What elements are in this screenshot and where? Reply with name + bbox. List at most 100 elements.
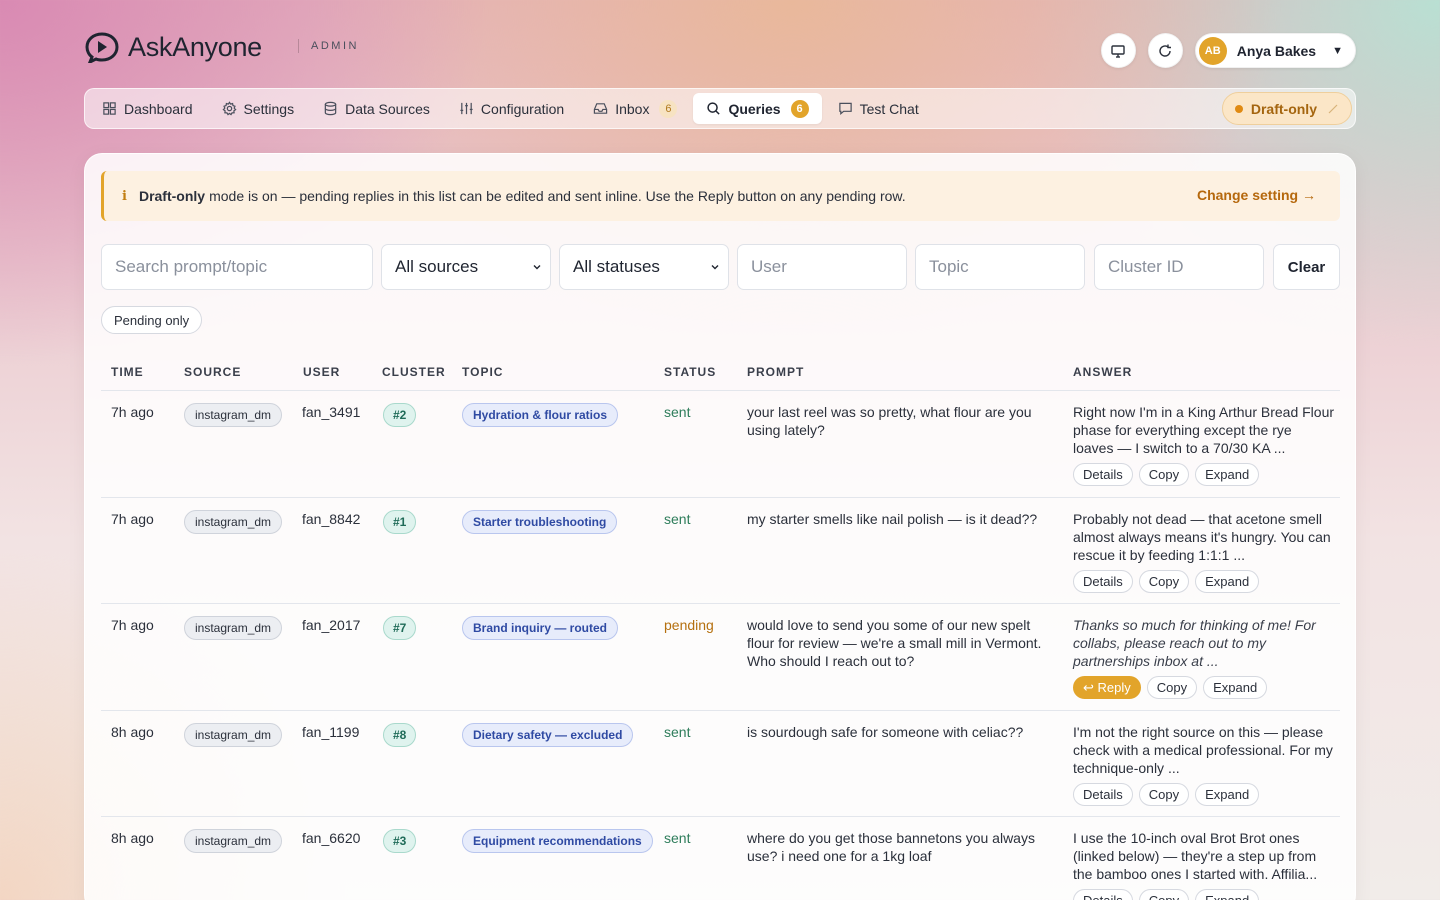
col-source[interactable]: SOURCE: [184, 365, 241, 379]
mode-pill[interactable]: Draft-only: [1221, 92, 1352, 125]
search-icon: [707, 102, 721, 115]
row-actions: ↩ Reply Copy Expand: [1073, 676, 1268, 699]
copy-button[interactable]: Copy: [1138, 463, 1190, 486]
user-name: Anya Bakes: [1236, 42, 1317, 59]
topic-chip[interactable]: Starter troubleshooting: [462, 509, 618, 534]
col-status[interactable]: STATUS: [664, 365, 716, 379]
col-cluster[interactable]: CLUSTER: [382, 365, 446, 379]
main-nav: Dashboard Settings Data Sources Configur…: [84, 88, 1356, 129]
display-mode-button[interactable]: [1100, 33, 1136, 68]
pending-only-toggle[interactable]: Pending only: [101, 306, 203, 334]
chevron-down-icon: [533, 265, 541, 270]
source-select-value: All sources: [395, 257, 479, 276]
col-topic[interactable]: TOPIC: [462, 365, 503, 379]
cluster-chip[interactable]: #7: [383, 616, 417, 640]
row-actions: Details Copy Expand: [1073, 889, 1260, 900]
tab-test-chat[interactable]: Test Chat: [825, 93, 932, 124]
row-prompt: where do you get those bannetons you alw…: [747, 830, 1035, 864]
cluster-id-input[interactable]: Cluster ID: [1094, 244, 1264, 290]
row-user: fan_8842: [302, 510, 361, 527]
expand-button[interactable]: Expand: [1195, 463, 1260, 486]
tab-settings[interactable]: Settings: [209, 93, 308, 124]
table-header: TIME SOURCE USER CLUSTER TOPIC STATUS PR…: [101, 352, 1340, 391]
chevron-down-icon: [711, 265, 719, 270]
grid-icon: [103, 102, 116, 115]
copy-button[interactable]: Copy: [1138, 569, 1190, 593]
row-time: 8h ago: [111, 830, 154, 846]
row-answer-draft: Thanks so much for thinking of me! For c…: [1073, 617, 1316, 669]
table-row[interactable]: 7h ago instagram_dm fan_3491 #2 Hydratio…: [101, 391, 1340, 498]
table-row[interactable]: 8h ago instagram_dm fan_6620 #3 Equipmen…: [101, 817, 1340, 900]
user-menu[interactable]: AB Anya Bakes ▼: [1194, 33, 1356, 68]
col-answer[interactable]: ANSWER: [1073, 365, 1132, 379]
status-label: pending: [664, 617, 714, 633]
details-button[interactable]: Details: [1073, 463, 1133, 486]
tab-data-sources[interactable]: Data Sources: [310, 93, 443, 124]
table-row[interactable]: 7h ago instagram_dm fan_2017 #7 Brand in…: [101, 604, 1340, 711]
row-time: 7h ago: [111, 404, 154, 420]
cluster-chip[interactable]: #8: [383, 722, 417, 747]
tab-queries[interactable]: Queries 6: [693, 93, 822, 124]
copy-button[interactable]: Copy: [1138, 782, 1190, 806]
row-time: 8h ago: [111, 723, 154, 740]
user-input[interactable]: User: [737, 244, 907, 290]
expand-button[interactable]: Expand: [1195, 782, 1260, 806]
tab-label: Dashboard: [124, 100, 193, 117]
change-setting-link[interactable]: Change setting →: [1197, 187, 1316, 203]
topic-chip[interactable]: Dietary safety — excluded: [462, 722, 634, 747]
status-label: sent: [664, 830, 691, 846]
row-time: 7h ago: [111, 510, 154, 527]
details-button[interactable]: Details: [1073, 569, 1133, 593]
source-chip: instagram_dm: [184, 616, 283, 640]
source-select[interactable]: All sources: [381, 244, 551, 290]
expand-button[interactable]: Expand: [1195, 889, 1260, 900]
refresh-icon: [1159, 44, 1172, 57]
tab-inbox[interactable]: Inbox 6: [580, 93, 690, 124]
draft-mode-notice: i Draft-only mode is on — pending replie…: [101, 171, 1340, 221]
table-row[interactable]: 7h ago instagram_dm fan_8842 #1 Starter …: [101, 498, 1340, 604]
refresh-button[interactable]: [1147, 33, 1183, 68]
topic-chip[interactable]: Hydration & flour ratios: [462, 403, 619, 427]
tab-label: Configuration: [480, 100, 565, 117]
cluster-chip[interactable]: #2: [383, 403, 417, 427]
row-prompt: my starter smells like nail polish — is …: [747, 510, 1038, 527]
app-name: AskAnyone: [128, 31, 262, 62]
row-prompt: your last reel was so pretty, what flour…: [747, 404, 1032, 438]
topic-chip[interactable]: Brand inquiry — routed: [462, 616, 619, 640]
topic-chip[interactable]: Equipment recommendations: [462, 829, 653, 853]
tab-configuration[interactable]: Configuration: [446, 93, 577, 124]
reply-button[interactable]: ↩ Reply: [1073, 676, 1141, 699]
expand-button[interactable]: Expand: [1195, 569, 1260, 593]
inbox-count-badge: 6: [659, 99, 678, 118]
top-bar: AskAnyone ADMIN AB Anya Bakes ▼: [84, 30, 1356, 70]
source-chip: instagram_dm: [184, 722, 283, 747]
details-button[interactable]: Details: [1073, 782, 1133, 806]
cluster-chip[interactable]: #3: [383, 829, 417, 853]
row-answer: I'm not the right source on this — pleas…: [1073, 723, 1333, 776]
tab-label: Queries: [728, 100, 781, 117]
row-actions: Details Copy Expand: [1073, 782, 1260, 806]
col-time[interactable]: TIME: [111, 365, 144, 379]
app-logo[interactable]: AskAnyone: [84, 30, 262, 64]
row-answer: Right now I'm in a King Arthur Bread Flo…: [1073, 404, 1335, 456]
row-user: fan_6620: [302, 830, 361, 846]
clear-button[interactable]: Clear: [1273, 244, 1340, 290]
copy-button[interactable]: Copy: [1138, 889, 1190, 900]
topic-input[interactable]: Topic: [915, 244, 1085, 290]
table-row[interactable]: 8h ago instagram_dm fan_1199 #8 Dietary …: [101, 711, 1340, 817]
details-button[interactable]: Details: [1073, 889, 1133, 900]
notice-text: mode is on — pending replies in this lis…: [209, 188, 906, 204]
search-input[interactable]: Search prompt/topic: [101, 244, 373, 290]
expand-button[interactable]: Expand: [1203, 676, 1268, 699]
sliders-icon: [460, 102, 473, 115]
admin-tag: ADMIN: [298, 39, 359, 53]
col-prompt[interactable]: PROMPT: [747, 365, 804, 379]
status-select[interactable]: All statuses: [559, 244, 729, 290]
col-user[interactable]: USER: [303, 365, 340, 379]
status-label: sent: [664, 404, 691, 420]
tab-dashboard[interactable]: Dashboard: [89, 93, 206, 124]
cluster-chip[interactable]: #1: [383, 509, 417, 534]
copy-button[interactable]: Copy: [1146, 676, 1198, 699]
row-time: 7h ago: [111, 617, 154, 633]
row-actions: Details Copy Expand: [1073, 569, 1260, 593]
